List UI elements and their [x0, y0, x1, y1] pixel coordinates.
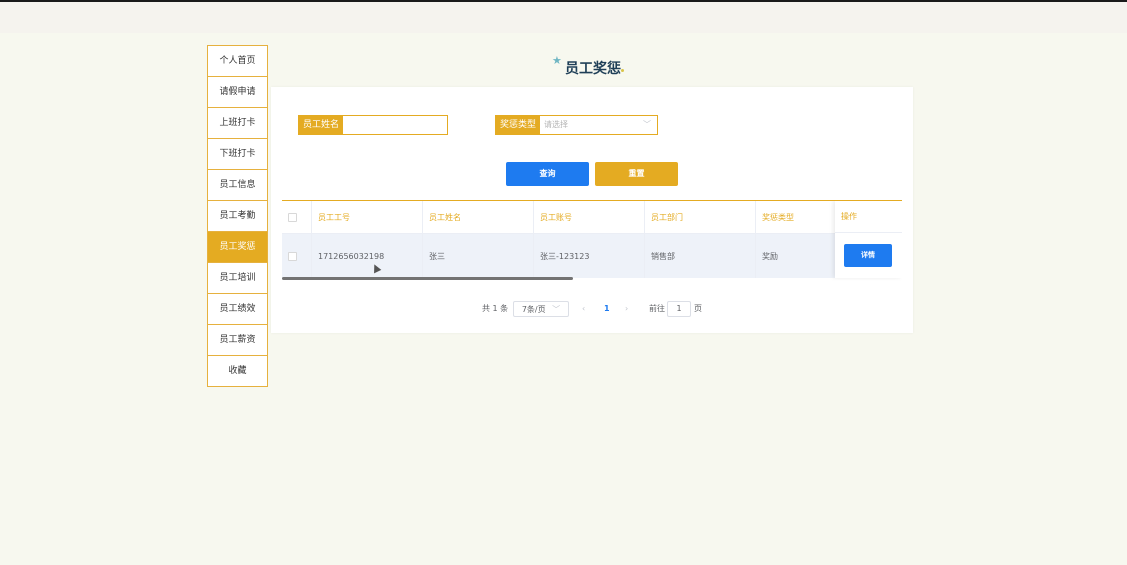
goto-page-input[interactable]: [667, 301, 691, 317]
page-suffix: 页: [694, 304, 702, 313]
chevron-down-icon: ﹀: [552, 305, 561, 314]
cell-employee-name: 张三: [423, 234, 534, 278]
sidebar-item-rewards-penalties[interactable]: 员工奖惩: [208, 232, 267, 263]
sidebar-item-home[interactable]: 个人首页: [208, 46, 267, 77]
col-action: 操作: [835, 201, 902, 233]
select-all-checkbox[interactable]: [288, 212, 297, 222]
page-size-select[interactable]: 7条/页 ﹀: [513, 301, 569, 317]
sidebar-item-attendance[interactable]: 员工考勤: [208, 201, 267, 232]
top-bar: [0, 2, 1127, 33]
employee-name-field: 员工姓名: [298, 115, 448, 135]
dot-decoration-icon: [621, 69, 624, 72]
chevron-down-icon: ﹀: [643, 120, 651, 129]
page-title: ★ 员工奖惩: [548, 54, 628, 78]
cell-employee-no: 1712656032198: [312, 234, 423, 278]
cell-action: 详情: [835, 234, 902, 278]
sidebar-item-leave-request[interactable]: 请假申请: [208, 77, 267, 108]
col-employee-name: 员工姓名: [423, 201, 534, 233]
query-button[interactable]: 查询: [506, 162, 589, 186]
reset-button[interactable]: 重置: [595, 162, 678, 186]
page-number-current[interactable]: 1: [604, 301, 610, 317]
cell-employee-account: 张三-123123: [534, 234, 645, 278]
col-employee-account: 员工账号: [534, 201, 645, 233]
star-decoration-icon: ★: [552, 54, 562, 67]
col-employee-no: 员工工号: [312, 201, 423, 233]
row-checkbox[interactable]: [288, 251, 297, 261]
employee-name-input[interactable]: [339, 116, 447, 134]
sidebar-item-employee-info[interactable]: 员工信息: [208, 170, 267, 201]
goto-label: 前往: [649, 304, 665, 313]
fixed-action-column: 操作 详情: [835, 201, 902, 278]
sidebar-item-performance[interactable]: 员工绩效: [208, 294, 267, 325]
prev-page-icon[interactable]: ‹: [582, 301, 585, 317]
sidebar-item-favorites[interactable]: 收藏: [208, 356, 267, 386]
sidebar-item-salary[interactable]: 员工薪资: [208, 325, 267, 356]
page-title-text: 员工奖惩: [565, 61, 621, 77]
reward-type-select[interactable]: 奖惩类型 请选择 ﹀: [495, 115, 658, 135]
sidebar-item-training[interactable]: 员工培训: [208, 263, 267, 294]
table-header-row: 员工工号 员工姓名 员工账号 员工部门 奖惩类型: [282, 201, 902, 234]
sidebar-item-clock-in[interactable]: 上班打卡: [208, 108, 267, 139]
pagination-total: 共 1 条: [482, 304, 509, 313]
next-page-icon[interactable]: ›: [625, 301, 628, 317]
row-select-cell: [282, 234, 312, 278]
col-employee-dept: 员工部门: [645, 201, 756, 233]
sidebar-item-clock-out[interactable]: 下班打卡: [208, 139, 267, 170]
reward-type-placeholder: 请选择: [544, 120, 568, 129]
table-horizontal-scrollbar[interactable]: [282, 277, 573, 280]
page-size-value: 7条/页: [521, 305, 546, 314]
cell-employee-dept: 销售部: [645, 234, 756, 278]
detail-button[interactable]: 详情: [844, 244, 892, 267]
select-all-cell: [282, 201, 312, 233]
sidebar-menu: 个人首页 请假申请 上班打卡 下班打卡 员工信息 员工考勤 员工奖惩 员工培训 …: [207, 45, 268, 387]
reward-type-label: 奖惩类型: [496, 116, 541, 134]
employee-name-label: 员工姓名: [299, 116, 344, 134]
